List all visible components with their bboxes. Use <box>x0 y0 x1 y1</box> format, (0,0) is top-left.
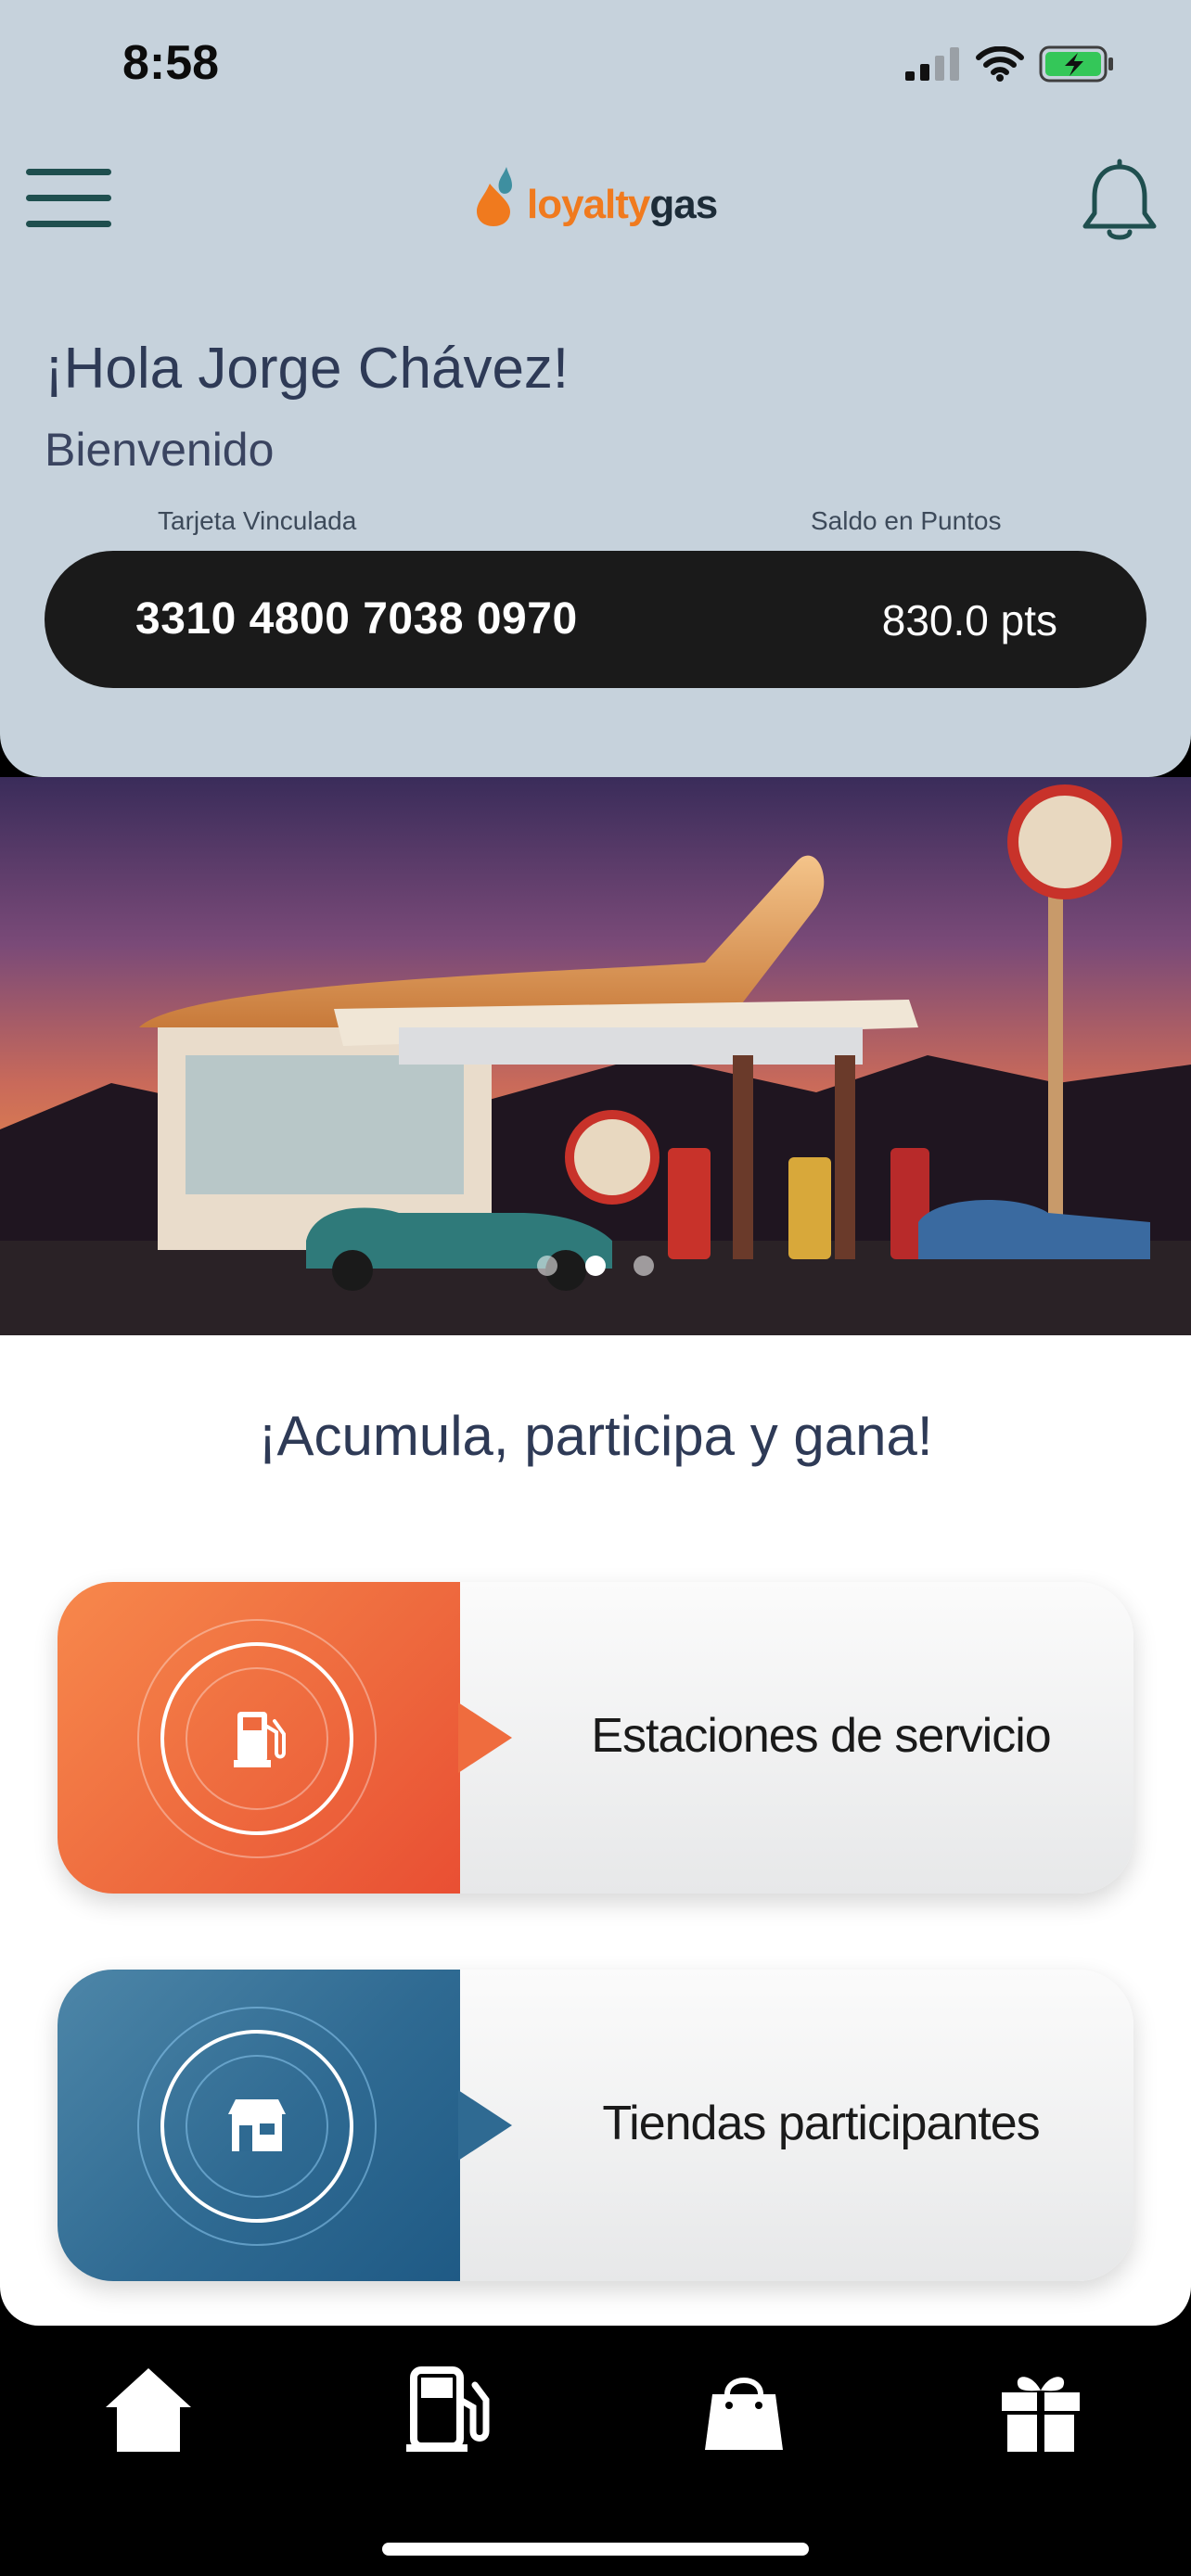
participating-stores-label: Tiendas participantes <box>602 2097 1040 2150</box>
home-icon <box>106 2368 191 2452</box>
card-arrow <box>458 1702 512 1773</box>
logo-text: loyaltygas <box>527 182 718 228</box>
main-content: ¡Acumula, participa y gana! Estaciones d… <box>0 1335 1191 2326</box>
greeting-title: ¡Hola Jorge Chávez! <box>45 337 570 401</box>
participating-stores-card[interactable]: Tiendas participantes <box>58 1970 1133 2281</box>
tagline: ¡Acumula, participa y gana! <box>258 1405 933 1467</box>
carousel-dot-active[interactable] <box>585 1256 606 1276</box>
bell-icon <box>1082 159 1157 240</box>
header-panel: 8:58 loyaltygas ¡Hola Jorge Chávez! Bien… <box>0 0 1191 777</box>
battery-charging-icon <box>1039 45 1113 83</box>
store-icon <box>137 2007 377 2246</box>
bottom-nav <box>0 2326 1191 2576</box>
carousel-dots <box>0 1256 1191 1276</box>
home-indicator <box>382 2543 809 2556</box>
menu-line <box>26 169 111 175</box>
service-stations-card[interactable]: Estaciones de servicio <box>58 1582 1133 1894</box>
nav-rewards[interactable] <box>985 2353 1096 2465</box>
gas-station-illustration <box>0 777 1191 1335</box>
nav-stations[interactable] <box>391 2353 503 2465</box>
notifications-button[interactable] <box>1080 156 1159 245</box>
signal-icon <box>905 47 959 81</box>
nav-home[interactable] <box>93 2353 204 2465</box>
status-icons <box>905 43 1115 85</box>
logo-text-loyalty: loyalty <box>527 182 650 227</box>
wifi-icon <box>976 46 1024 82</box>
points-balance-label: Saldo en Puntos <box>811 506 1002 535</box>
card-number: 3310 4800 7038 0970 <box>135 594 578 644</box>
points-balance: 830.0 pts <box>881 596 1057 644</box>
menu-button[interactable] <box>26 165 115 232</box>
menu-line <box>26 221 111 227</box>
fuel-pump-icon <box>137 1619 377 1858</box>
carousel-dot[interactable] <box>634 1256 654 1276</box>
nav-stores[interactable] <box>688 2353 800 2465</box>
card-accent-panel <box>58 1970 460 2281</box>
linked-card-label: Tarjeta Vinculada <box>158 506 357 535</box>
status-time: 8:58 <box>122 36 220 90</box>
app-logo: loyaltygas <box>475 165 718 228</box>
menu-line <box>26 195 111 201</box>
card-accent-panel <box>58 1582 460 1894</box>
promo-banner[interactable] <box>0 777 1191 1335</box>
app-screen: 8:58 loyaltygas ¡Hola Jorge Chávez! Bien… <box>0 0 1191 2576</box>
shopping-bag-icon <box>705 2378 783 2450</box>
carousel-dot[interactable] <box>537 1256 557 1276</box>
welcome-text: Bienvenido <box>45 424 275 476</box>
fuel-pump-icon <box>406 2366 490 2452</box>
flame-drop-icon <box>477 167 512 226</box>
service-stations-label: Estaciones de servicio <box>591 1709 1051 1763</box>
gift-icon <box>1002 2377 1080 2452</box>
logo-text-gas: gas <box>649 182 718 227</box>
loyalty-card-pill[interactable]: 3310 4800 7038 0970 830.0 pts <box>45 551 1146 688</box>
card-arrow <box>458 2090 512 2161</box>
